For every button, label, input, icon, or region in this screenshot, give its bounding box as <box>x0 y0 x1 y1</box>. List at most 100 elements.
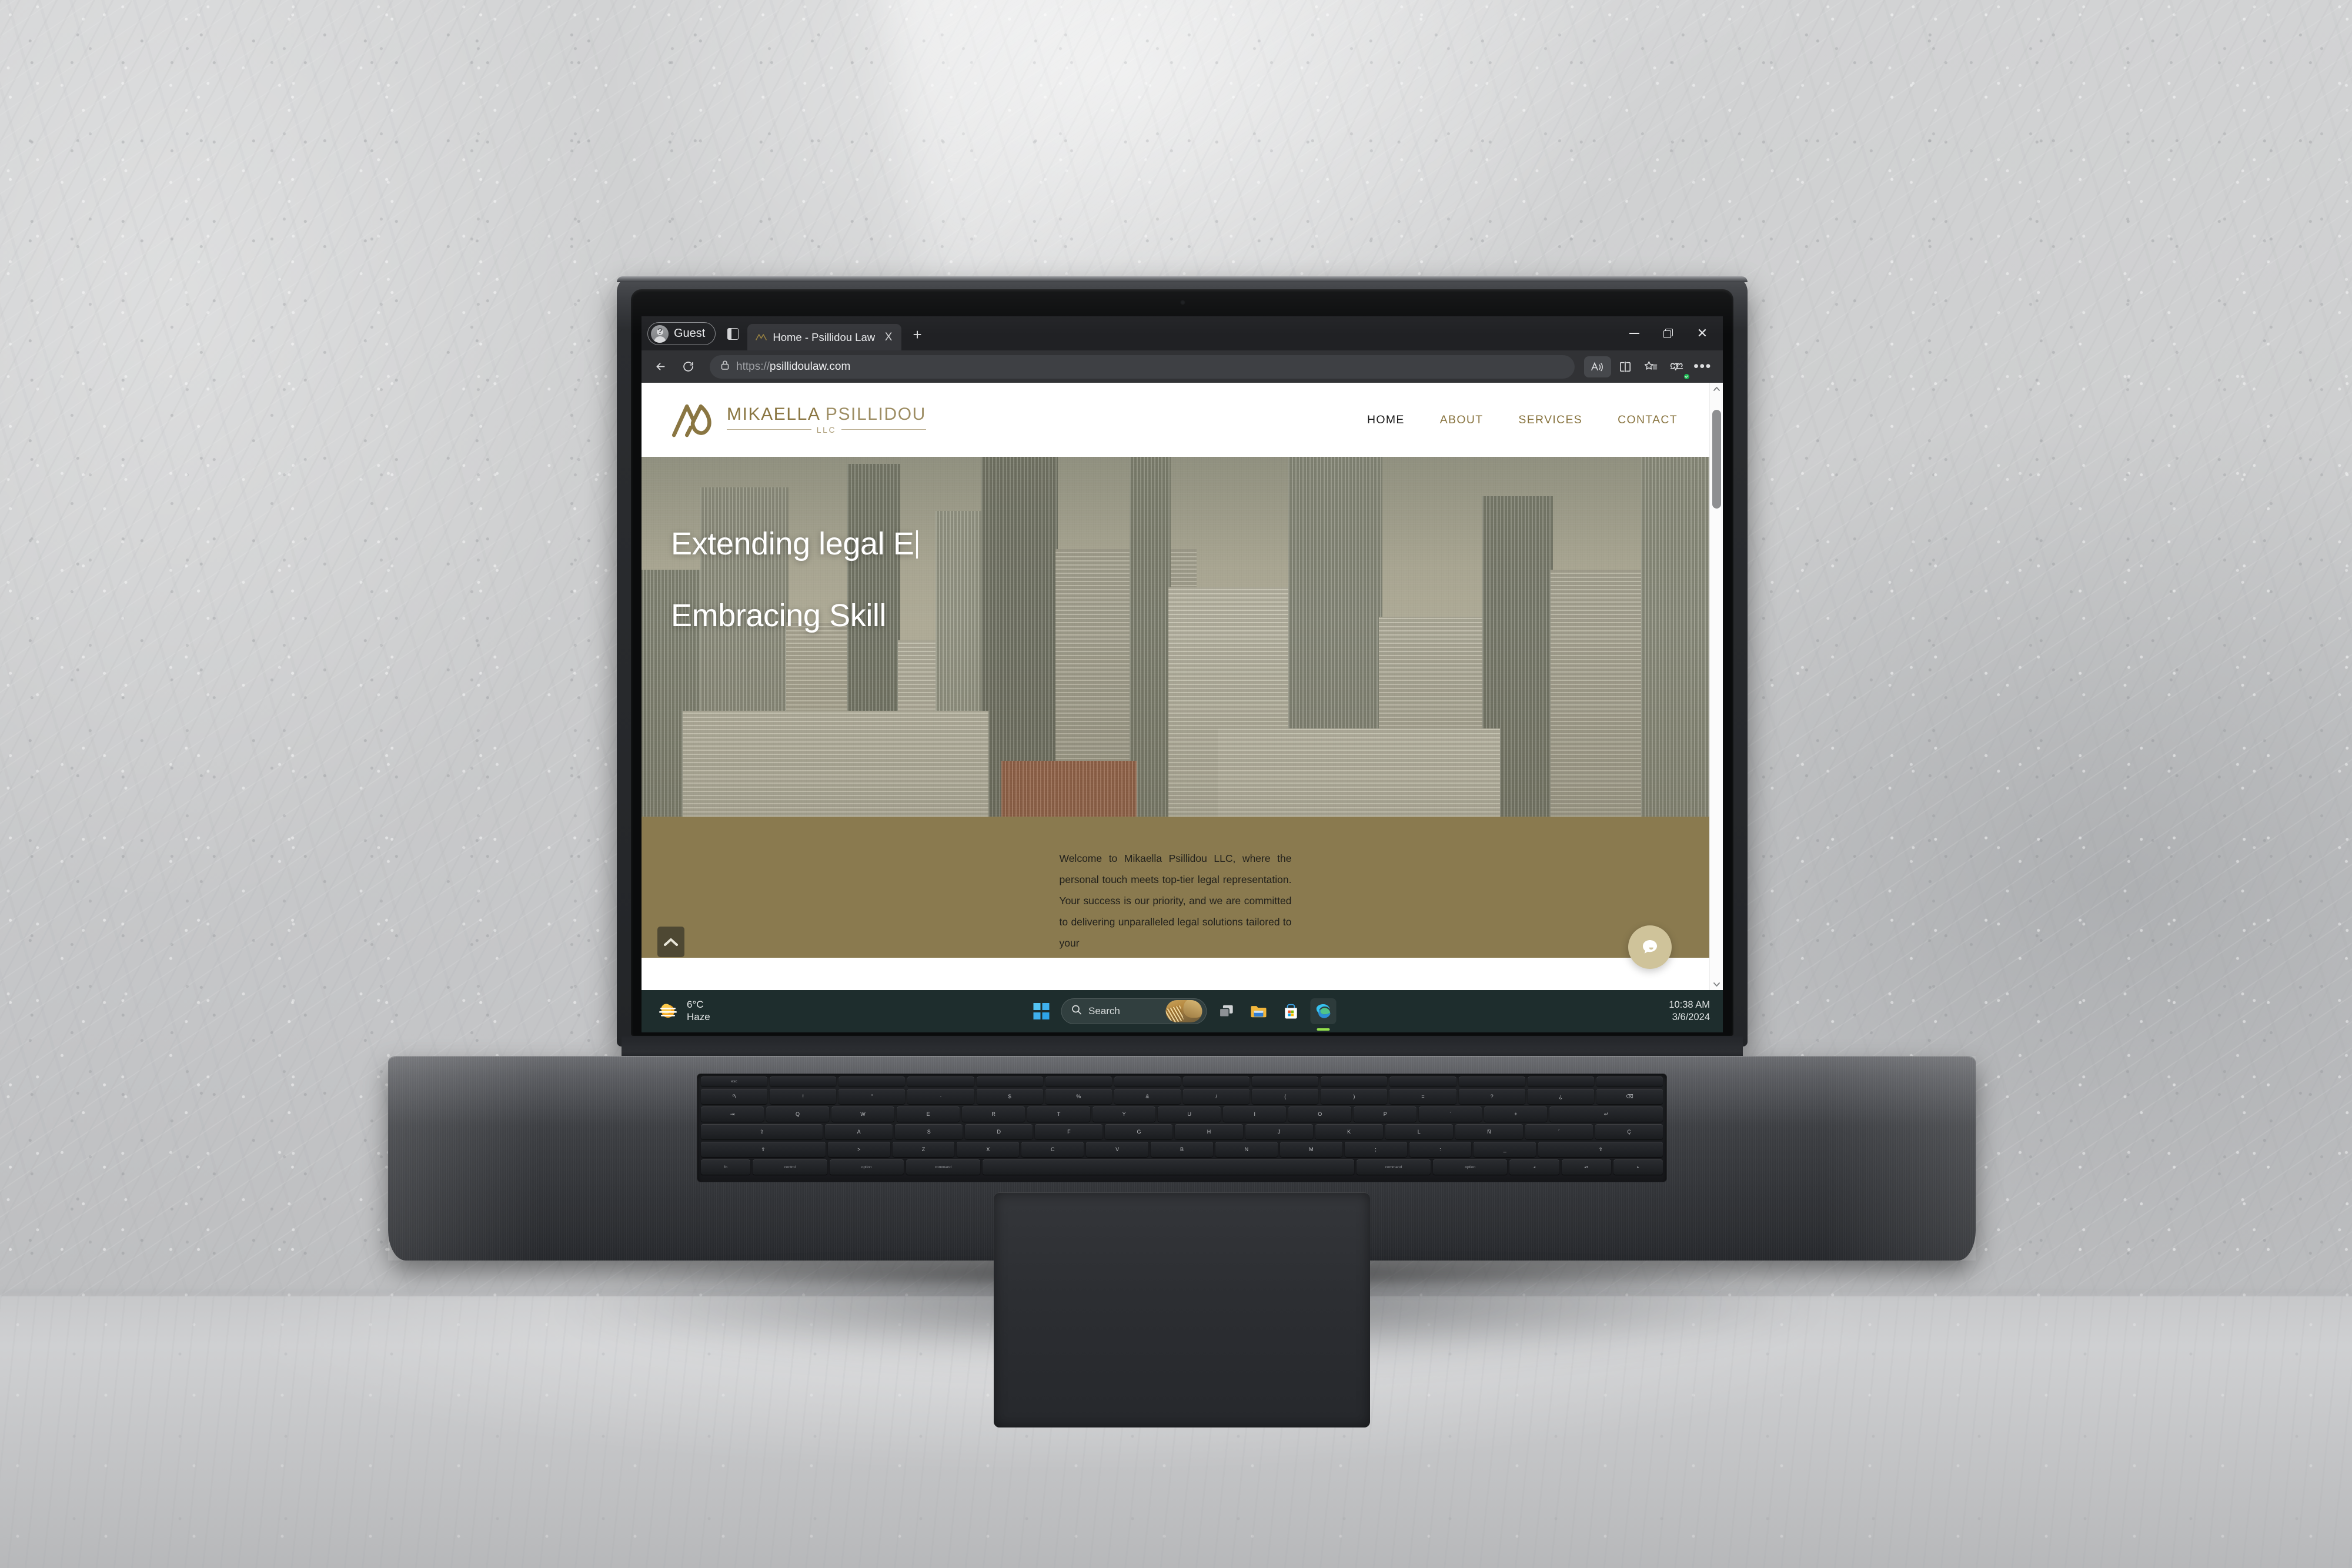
key[interactable]: º\ <box>701 1089 768 1104</box>
key[interactable]: B <box>1151 1142 1213 1157</box>
key[interactable]: ⇧ <box>701 1142 826 1157</box>
tab-close-icon[interactable]: X <box>881 330 896 345</box>
microsoft-store-icon[interactable] <box>1278 998 1304 1024</box>
browser-tab[interactable]: Home - Psillidou Law X <box>747 324 902 350</box>
scrollbar-track[interactable] <box>1710 394 1723 978</box>
key[interactable]: ) <box>1321 1089 1388 1104</box>
key[interactable]: option <box>829 1159 904 1175</box>
split-screen-icon[interactable] <box>1613 355 1637 379</box>
key[interactable]: ! <box>770 1089 837 1104</box>
minimize-button[interactable] <box>1617 316 1651 350</box>
close-button[interactable]: ✕ <box>1685 316 1719 350</box>
key[interactable]: command <box>906 1159 981 1175</box>
key[interactable]: A <box>825 1124 893 1139</box>
taskbar-weather-widget[interactable]: 6°C Haze <box>657 999 710 1023</box>
page-scrollbar[interactable] <box>1709 383 1723 990</box>
key[interactable] <box>976 1076 1043 1086</box>
read-aloud-button[interactable] <box>1584 356 1611 377</box>
key[interactable]: Z <box>892 1142 955 1157</box>
key[interactable]: M <box>1279 1142 1342 1157</box>
chat-widget-button[interactable] <box>1628 925 1672 969</box>
profile-button[interactable]: ? Guest <box>647 322 716 345</box>
key[interactable]: ; <box>1344 1142 1407 1157</box>
key[interactable] <box>1252 1076 1319 1086</box>
key[interactable]: $ <box>976 1089 1043 1104</box>
key[interactable]: Ñ <box>1455 1124 1523 1139</box>
key[interactable] <box>983 1159 1354 1175</box>
key[interactable]: S <box>895 1124 963 1139</box>
microsoft-edge-icon[interactable] <box>1310 998 1336 1024</box>
key[interactable]: N <box>1215 1142 1278 1157</box>
key[interactable] <box>1045 1076 1112 1086</box>
key[interactable]: L <box>1385 1124 1453 1139</box>
key[interactable] <box>1527 1076 1594 1086</box>
key[interactable]: ¿ <box>1527 1089 1594 1104</box>
key[interactable]: V <box>1086 1142 1149 1157</box>
key[interactable]: " <box>838 1089 906 1104</box>
file-explorer-icon[interactable] <box>1245 998 1271 1024</box>
back-arrow-icon[interactable] <box>649 355 673 379</box>
scrollbar-up-arrow[interactable] <box>1713 383 1720 394</box>
key[interactable]: O <box>1288 1106 1352 1122</box>
key[interactable]: R <box>962 1106 1025 1122</box>
key[interactable]: D <box>965 1124 1033 1139</box>
key[interactable]: ▸ <box>1613 1159 1663 1175</box>
start-button[interactable] <box>1028 998 1054 1024</box>
key[interactable]: Q <box>766 1106 830 1122</box>
scroll-to-top-button[interactable] <box>657 927 684 957</box>
key[interactable]: ↵ <box>1549 1106 1663 1122</box>
key[interactable] <box>1114 1076 1181 1086</box>
key[interactable]: K <box>1315 1124 1383 1139</box>
key[interactable]: command <box>1356 1159 1431 1175</box>
key[interactable]: _ <box>1474 1142 1536 1157</box>
key[interactable] <box>907 1076 974 1086</box>
key[interactable]: U <box>1158 1106 1221 1122</box>
key[interactable]: ⇪ <box>700 1124 823 1139</box>
key[interactable] <box>838 1076 906 1086</box>
laptop-trackpad[interactable] <box>994 1192 1370 1427</box>
key[interactable]: W <box>831 1106 895 1122</box>
key[interactable]: = <box>1389 1089 1456 1104</box>
key[interactable]: T <box>1027 1106 1091 1122</box>
key[interactable]: > <box>827 1142 890 1157</box>
key[interactable]: option <box>1433 1159 1508 1175</box>
key[interactable]: fn <box>701 1159 751 1175</box>
key[interactable]: F <box>1035 1124 1103 1139</box>
key[interactable]: X <box>957 1142 1020 1157</box>
settings-and-more-icon[interactable]: ••• <box>1690 355 1715 379</box>
scrollbar-thumb[interactable] <box>1712 410 1721 509</box>
key[interactable]: ▴▾ <box>1561 1159 1611 1175</box>
nav-item-contact[interactable]: CONTACT <box>1618 413 1678 427</box>
key[interactable]: ( <box>1252 1089 1319 1104</box>
key[interactable] <box>1596 1076 1663 1086</box>
key[interactable] <box>1389 1076 1456 1086</box>
key[interactable]: : <box>1409 1142 1472 1157</box>
key[interactable]: control <box>753 1159 827 1175</box>
key[interactable]: ´ <box>1525 1124 1593 1139</box>
new-tab-button[interactable]: + <box>907 325 927 345</box>
key[interactable]: / <box>1183 1089 1250 1104</box>
key[interactable]: ⇥ <box>700 1106 764 1122</box>
laptop-keyboard[interactable]: esc º\! " · $% & /() =? ¿ ⌫ ⇥ Q W E R T Y U I O P ` + ↵ ⇪ A S D F… <box>697 1074 1667 1182</box>
key[interactable]: + <box>1484 1106 1548 1122</box>
browser-essentials-icon[interactable] <box>1665 355 1690 380</box>
taskbar-search-box[interactable]: Search <box>1061 998 1207 1024</box>
refresh-icon[interactable] <box>676 355 700 379</box>
key[interactable]: Ç <box>1595 1124 1663 1139</box>
key[interactable] <box>770 1076 837 1086</box>
restore-button[interactable] <box>1651 316 1685 350</box>
key[interactable]: J <box>1245 1124 1313 1139</box>
key[interactable] <box>1321 1076 1388 1086</box>
taskbar-clock[interactable]: 10:38 AM 3/6/2024 <box>1669 999 1710 1024</box>
key[interactable]: ⌫ <box>1596 1089 1663 1104</box>
address-bar[interactable]: https://psillidoulaw.com <box>710 355 1575 379</box>
tab-actions-button[interactable] <box>723 324 743 344</box>
key[interactable]: H <box>1175 1124 1243 1139</box>
nav-item-services[interactable]: SERVICES <box>1518 413 1582 427</box>
key[interactable] <box>1458 1076 1525 1086</box>
key[interactable]: E <box>897 1106 960 1122</box>
key[interactable]: Y <box>1093 1106 1156 1122</box>
favorites-star-icon[interactable] <box>1639 355 1663 379</box>
key[interactable]: % <box>1045 1089 1112 1104</box>
key[interactable]: · <box>907 1089 974 1104</box>
